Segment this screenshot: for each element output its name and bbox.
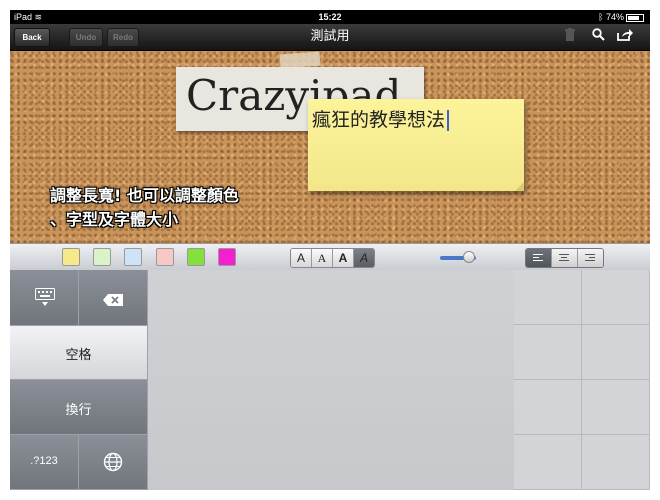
- globe-icon: [103, 452, 123, 476]
- space-key-label: 空格: [65, 348, 92, 363]
- font-button-2[interactable]: A: [312, 249, 333, 267]
- battery-icon: [626, 13, 644, 22]
- candidate-cell[interactable]: [514, 270, 582, 325]
- candidate-cell[interactable]: [582, 435, 650, 490]
- candidate-cell[interactable]: [514, 325, 582, 380]
- caption-line-2: 、字型及字體大小: [50, 210, 179, 229]
- align-center-button[interactable]: [552, 249, 578, 267]
- space-key[interactable]: 空格: [10, 326, 148, 380]
- color-swatch-magenta[interactable]: [218, 248, 236, 266]
- caption-line-1: 調整長寬! 也可以調整顏色: [50, 186, 239, 205]
- tape-strip: [279, 51, 321, 69]
- font-button-3[interactable]: A: [333, 249, 354, 267]
- color-swatch-lime[interactable]: [187, 248, 205, 266]
- share-icon[interactable]: [616, 28, 634, 46]
- numbers-key-label: .?123: [30, 455, 58, 467]
- font-button-4[interactable]: A: [354, 249, 374, 267]
- return-key-label: 換行: [65, 403, 92, 418]
- globe-key[interactable]: [79, 435, 148, 490]
- battery-indicator: ᛒ 74%: [598, 10, 644, 24]
- navigation-bar: Back Undo Redo 測試用: [10, 24, 650, 51]
- align-center-icon: [559, 254, 569, 263]
- candidate-cell[interactable]: [582, 325, 650, 380]
- formatting-toolbar: A A A A: [10, 243, 650, 271]
- font-style-group: A A A A: [290, 248, 375, 268]
- trash-icon[interactable]: [561, 28, 579, 46]
- candidate-cell[interactable]: [514, 435, 582, 490]
- candidate-cell[interactable]: [514, 380, 582, 435]
- hide-keyboard-key[interactable]: [10, 270, 79, 326]
- numbers-key[interactable]: .?123: [10, 435, 79, 490]
- candidate-cell[interactable]: [582, 380, 650, 435]
- clock: 15:22: [318, 12, 342, 22]
- keyboard-hide-icon: [35, 288, 55, 312]
- app-frame: iPad ≋ 15:22 ᛒ 74% Back Undo Redo 測試用 Cr…: [10, 10, 650, 490]
- color-swatch-blue[interactable]: [124, 248, 142, 266]
- delete-icon: [103, 291, 123, 310]
- color-swatch-pink[interactable]: [156, 248, 174, 266]
- page-title: 測試用: [310, 29, 350, 44]
- alignment-group: [525, 248, 604, 268]
- bluetooth-icon: ᛒ: [598, 12, 604, 22]
- color-swatch-yellow[interactable]: [62, 248, 80, 266]
- align-right-button[interactable]: [578, 249, 603, 267]
- candidate-cell[interactable]: [582, 270, 650, 325]
- color-swatch-green[interactable]: [93, 248, 111, 266]
- text-cursor: [447, 110, 450, 131]
- status-bar: iPad ≋ 15:22 ᛒ 74%: [10, 10, 650, 24]
- handwriting-area[interactable]: [148, 270, 515, 490]
- handwriting-keyboard: 空格 換行 .?123: [10, 270, 650, 490]
- search-icon[interactable]: [589, 28, 607, 46]
- sticky-note[interactable]: 瘋狂的教學想法: [308, 99, 524, 191]
- align-left-button[interactable]: [526, 249, 552, 267]
- font-button-1[interactable]: A: [291, 249, 312, 267]
- sticky-note-text[interactable]: 瘋狂的教學想法: [312, 105, 450, 132]
- align-right-icon: [585, 254, 595, 263]
- align-left-icon: [533, 254, 543, 263]
- return-key[interactable]: 換行: [10, 380, 148, 435]
- size-slider-knob[interactable]: [462, 251, 475, 263]
- resize-handle[interactable]: [515, 182, 524, 191]
- delete-key[interactable]: [79, 270, 148, 326]
